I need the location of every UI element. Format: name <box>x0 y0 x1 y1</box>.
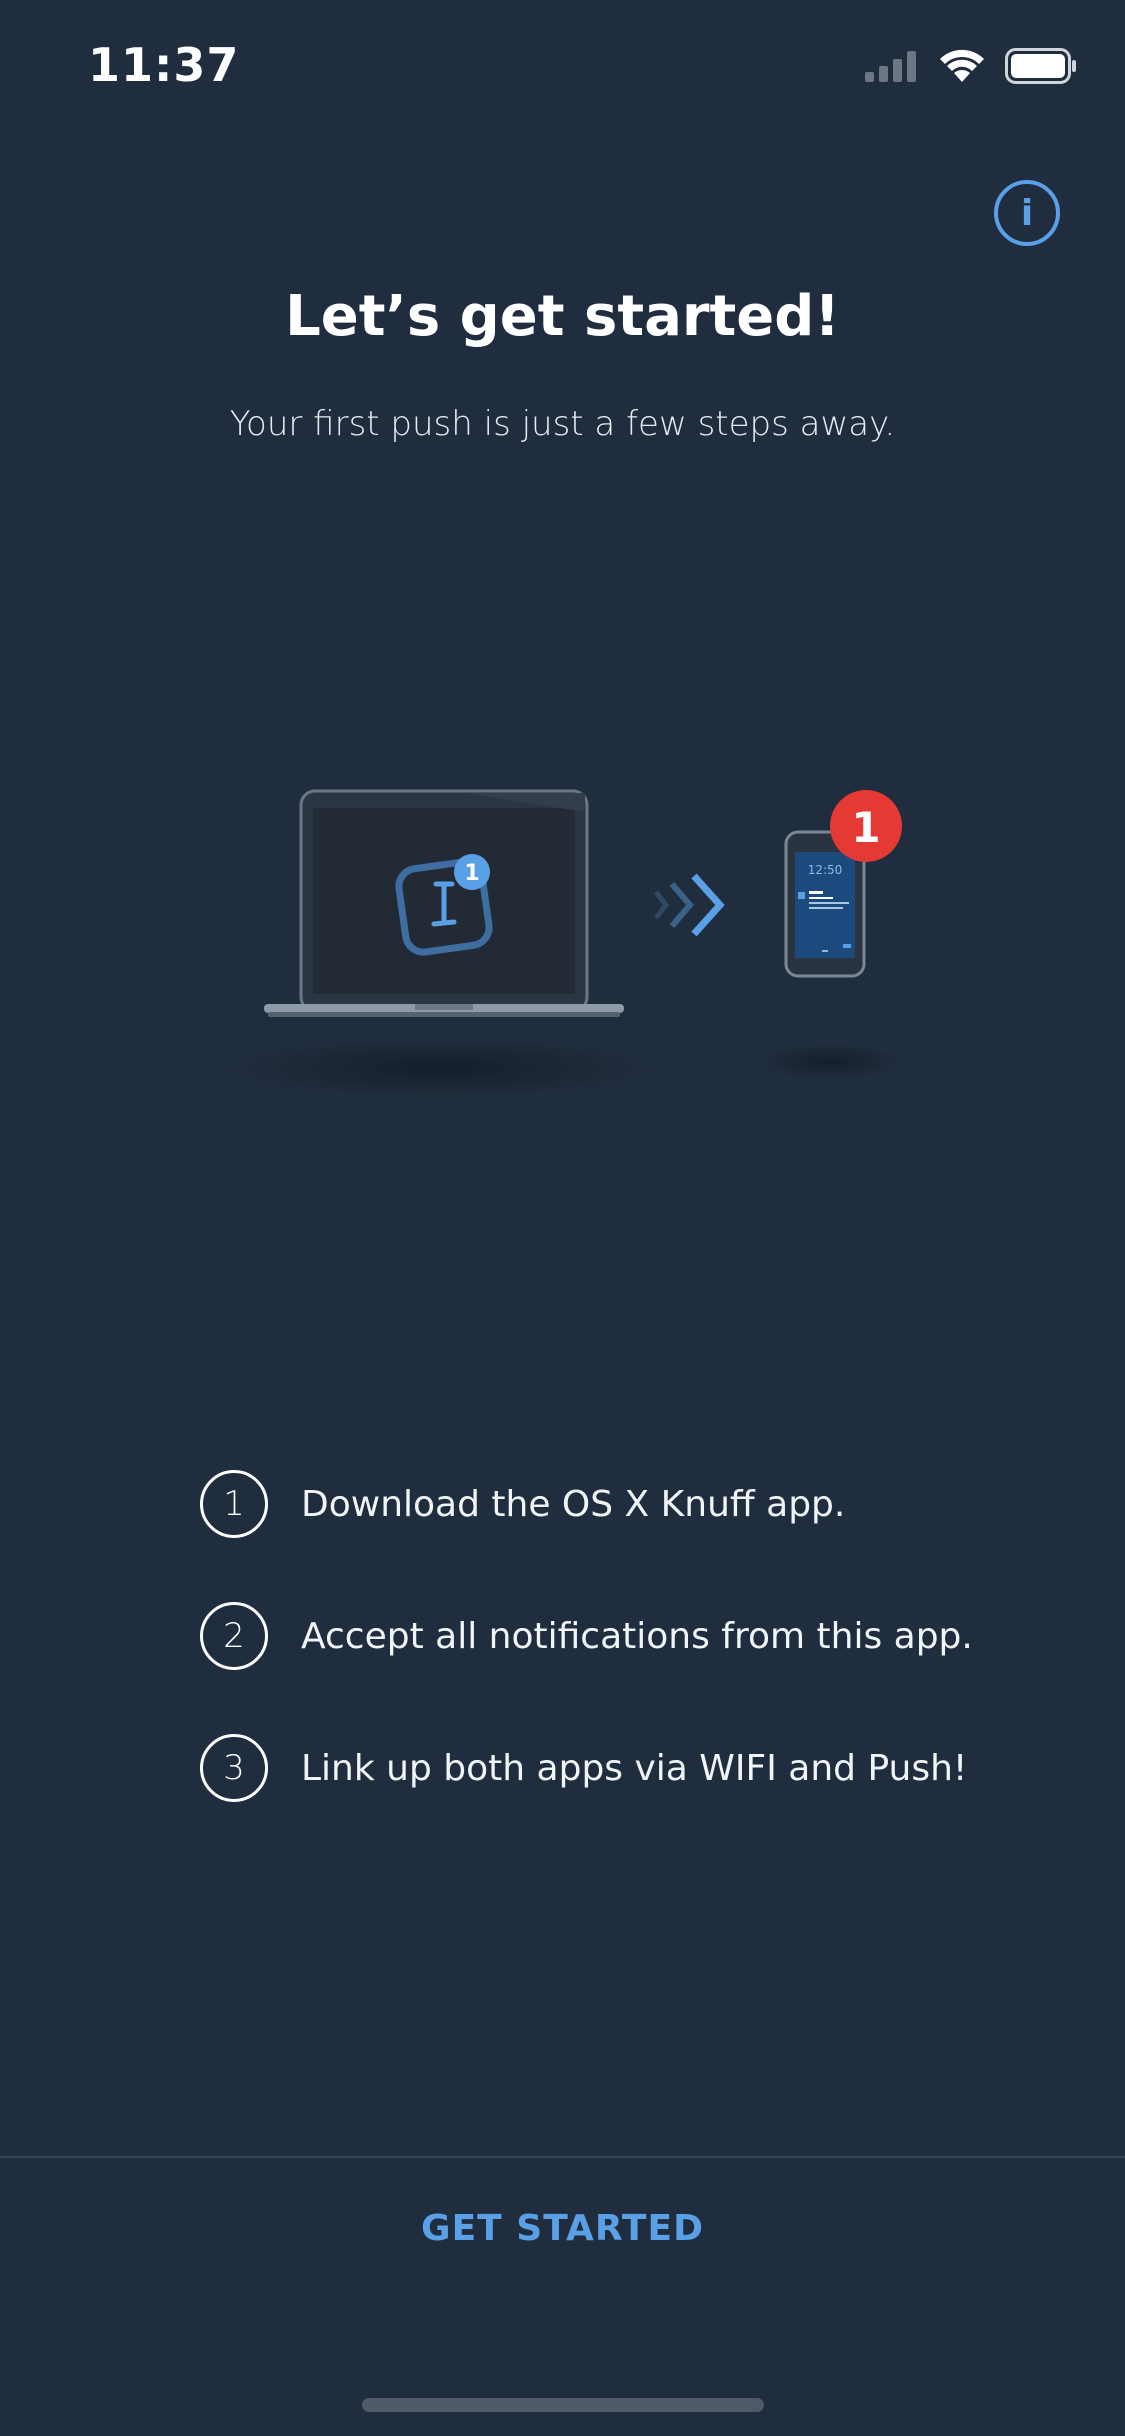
steps-list: 1 Download the OS X Knuff app. 2 Accept … <box>200 1468 973 1864</box>
battery-icon <box>1005 48 1076 84</box>
status-bar: 11:37 <box>0 0 1125 140</box>
laptop-shadow <box>230 1038 650 1098</box>
step-number: 2 <box>200 1602 268 1670</box>
step-item: 2 Accept all notifications from this app… <box>200 1600 973 1672</box>
chevron-right-icon <box>654 873 725 937</box>
step-number: 1 <box>200 1470 268 1538</box>
step-text: Accept all notifications from this app. <box>301 1615 973 1657</box>
phone-shadow <box>760 1044 900 1080</box>
step-item: 1 Download the OS X Knuff app. <box>200 1468 973 1540</box>
get-started-button[interactable]: GET STARTED <box>0 2208 1125 2249</box>
onboarding-illustration: 1 12:50 1 <box>230 789 902 1098</box>
phone-lock-time: 12:50 <box>808 863 843 877</box>
status-icons <box>865 48 1077 84</box>
phone-badge-count: 1 <box>851 803 880 852</box>
step-number: 3 <box>200 1734 268 1802</box>
notification-badge: 1 <box>830 790 902 862</box>
status-time: 11:37 <box>88 38 240 92</box>
page-subtitle: Your first push is just a few steps away… <box>229 404 896 444</box>
step-item: 3 Link up both apps via WIFI and Push! <box>200 1732 973 1804</box>
page-title: Let’s get started! <box>285 284 840 349</box>
step-text: Link up both apps via WIFI and Push! <box>301 1747 968 1789</box>
cellular-signal-icon <box>865 51 916 82</box>
wifi-icon <box>940 49 984 82</box>
info-button[interactable]: i <box>994 180 1060 246</box>
info-icon: i <box>1020 192 1034 234</box>
home-indicator[interactable] <box>362 2398 764 2412</box>
footer-divider <box>0 2156 1125 2158</box>
step-text: Download the OS X Knuff app. <box>301 1483 846 1525</box>
app-badge-count: 1 <box>464 861 479 886</box>
